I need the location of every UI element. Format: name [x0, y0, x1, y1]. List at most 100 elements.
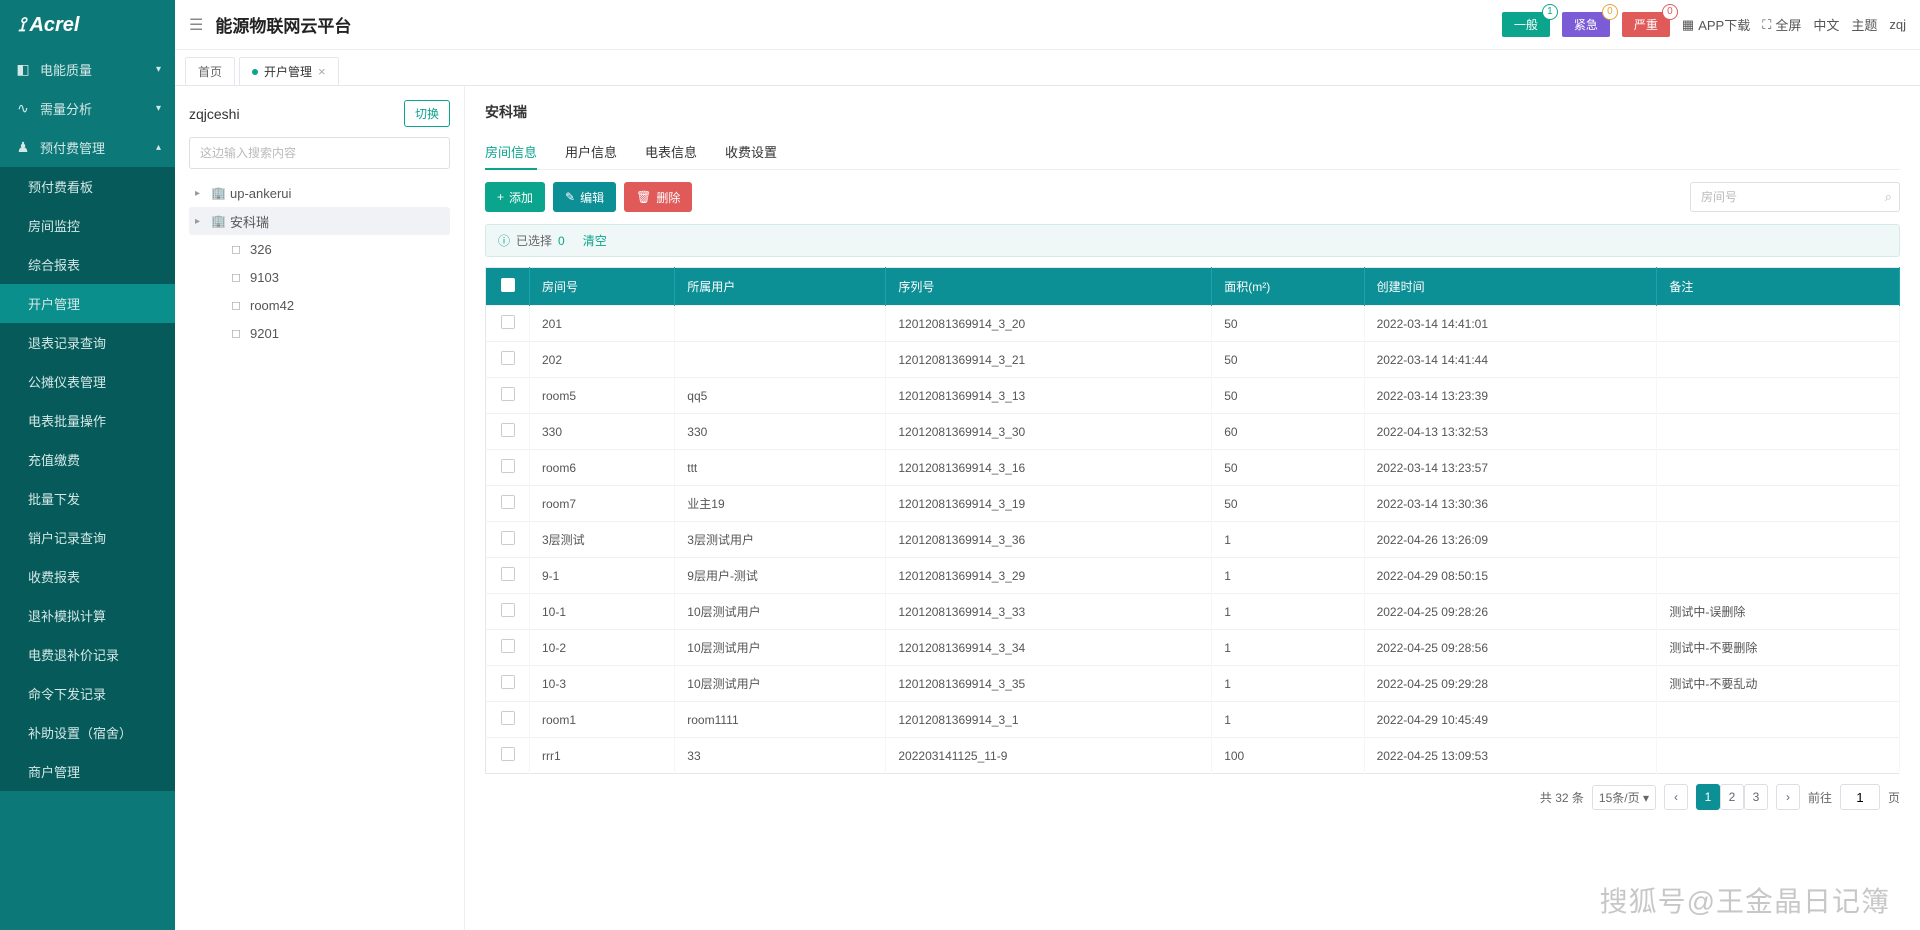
table-row[interactable]: room1room111112012081369914_3_112022-04-…	[486, 702, 1900, 738]
nav-demand[interactable]: ∿ 需量分析 ▾	[0, 89, 175, 128]
user-icon: ♟	[14, 139, 32, 156]
collapse-icon[interactable]: ☰	[189, 15, 203, 35]
chevron-up-icon: ▴	[156, 142, 161, 153]
nav-menu: ◧ 电能质量 ▾ ∿ 需量分析 ▾ ♟ 预付费管理 ▴ 预付费看板房间监控综合报…	[0, 50, 175, 930]
table-row[interactable]: 10-110层测试用户12012081369914_3_3312022-04-2…	[486, 594, 1900, 630]
add-button[interactable]: +添加	[485, 182, 545, 212]
table-row[interactable]: 20212012081369914_3_21502022-03-14 14:41…	[486, 342, 1900, 378]
table-row[interactable]: 33033012012081369914_3_30602022-04-13 13…	[486, 414, 1900, 450]
sidebar-item[interactable]: 商户管理	[0, 752, 175, 791]
search-icon[interactable]: ⌕	[1885, 189, 1892, 205]
sidebar-item[interactable]: 综合报表	[0, 245, 175, 284]
page-number[interactable]: 3	[1744, 784, 1768, 810]
row-checkbox[interactable]	[501, 567, 515, 581]
switch-button[interactable]: 切换	[404, 100, 450, 127]
link-user[interactable]: zqj	[1889, 17, 1906, 32]
app-title: 能源物联网云平台	[215, 12, 351, 37]
sidebar-item[interactable]: 销户记录查询	[0, 518, 175, 557]
sidebar-item[interactable]: 电费退补价记录	[0, 635, 175, 674]
sidebar-item[interactable]: 预付费看板	[0, 167, 175, 206]
alert-severe-label: 严重	[1634, 18, 1658, 32]
sidebar-item[interactable]: 批量下发	[0, 479, 175, 518]
table-header: 备注	[1657, 268, 1900, 306]
page-goto-input[interactable]	[1840, 784, 1880, 810]
clear-selection[interactable]: 清空	[583, 232, 607, 249]
main-panel: 安科瑞 房间信息用户信息电表信息收费设置 +添加 ✎编辑 🗑删除 ⌕ ⓘ 已选择…	[465, 86, 1920, 930]
alert-normal-label: 一般	[1514, 18, 1538, 32]
sidebar-item[interactable]: 房间监控	[0, 206, 175, 245]
row-checkbox[interactable]	[501, 459, 515, 473]
row-checkbox[interactable]	[501, 603, 515, 617]
tree-node[interactable]: ▸🏢up-ankerui	[189, 179, 450, 207]
page-next[interactable]: ›	[1776, 784, 1800, 810]
select-all-checkbox[interactable]	[501, 278, 515, 292]
table-row[interactable]: 10-310层测试用户12012081369914_3_3512022-04-2…	[486, 666, 1900, 702]
row-checkbox[interactable]	[501, 423, 515, 437]
plus-icon: +	[497, 190, 504, 204]
tree-node[interactable]: ◻9103	[189, 263, 450, 291]
tree-node[interactable]: ◻326	[189, 235, 450, 263]
tree-node[interactable]: ▸🏢安科瑞	[189, 207, 450, 235]
edit-button[interactable]: ✎编辑	[553, 182, 616, 212]
row-checkbox[interactable]	[501, 711, 515, 725]
table-row[interactable]: 10-210层测试用户12012081369914_3_3412022-04-2…	[486, 630, 1900, 666]
close-icon[interactable]: ×	[318, 64, 326, 79]
row-checkbox[interactable]	[501, 387, 515, 401]
nav-prepay[interactable]: ♟ 预付费管理 ▴	[0, 128, 175, 167]
table-row[interactable]: room5qq512012081369914_3_13502022-03-14 …	[486, 378, 1900, 414]
table-row[interactable]: room7业主1912012081369914_3_19502022-03-14…	[486, 486, 1900, 522]
nav-quality[interactable]: ◧ 电能质量 ▾	[0, 50, 175, 89]
data-table: 房间号所属用户序列号面积(m²)创建时间备注 20112012081369914…	[485, 267, 1900, 774]
sub-tab[interactable]: 电表信息	[645, 134, 697, 169]
alert-normal[interactable]: 一般 1	[1502, 12, 1550, 37]
tree-list: ▸🏢up-ankerui▸🏢安科瑞◻326◻9103◻room42◻9201	[189, 179, 450, 347]
tree-node[interactable]: ◻room42	[189, 291, 450, 319]
row-checkbox[interactable]	[501, 531, 515, 545]
sidebar-item[interactable]: 公摊仪表管理	[0, 362, 175, 401]
sidebar-item[interactable]: 退补模拟计算	[0, 596, 175, 635]
alert-urgent-label: 紧急	[1574, 18, 1598, 32]
link-download[interactable]: ▦APP下载	[1682, 15, 1750, 34]
sidebar-item[interactable]: 退表记录查询	[0, 323, 175, 362]
row-checkbox[interactable]	[501, 315, 515, 329]
sub-tab[interactable]: 收费设置	[725, 134, 777, 169]
table-header: 序列号	[886, 268, 1212, 306]
tree-node[interactable]: ◻9201	[189, 319, 450, 347]
sidebar-item[interactable]: 开户管理	[0, 284, 175, 323]
table-row[interactable]: 3层测试3层测试用户12012081369914_3_3612022-04-26…	[486, 522, 1900, 558]
sidebar-item[interactable]: 充值缴费	[0, 440, 175, 479]
alert-urgent[interactable]: 紧急 0	[1562, 12, 1610, 37]
sidebar-item[interactable]: 命令下发记录	[0, 674, 175, 713]
row-checkbox[interactable]	[501, 675, 515, 689]
link-lang[interactable]: 中文	[1813, 15, 1839, 34]
tree-search-input[interactable]	[189, 137, 450, 169]
table-row[interactable]: room6ttt12012081369914_3_16502022-03-14 …	[486, 450, 1900, 486]
alert-severe[interactable]: 严重 0	[1622, 12, 1670, 37]
delete-button[interactable]: 🗑删除	[624, 182, 692, 212]
table-row[interactable]: 20112012081369914_3_20502022-03-14 14:41…	[486, 306, 1900, 342]
sidebar-item[interactable]: 收费报表	[0, 557, 175, 596]
room-search-input[interactable]	[1690, 182, 1900, 212]
sidebar-item[interactable]: 补助设置（宿舍）	[0, 713, 175, 752]
table-header: 创建时间	[1364, 268, 1657, 306]
table-row[interactable]: rrr133202203141125_11-91002022-04-25 13:…	[486, 738, 1900, 774]
page-number[interactable]: 2	[1720, 784, 1744, 810]
row-checkbox[interactable]	[501, 747, 515, 761]
link-theme[interactable]: 主题	[1851, 15, 1877, 34]
table-row[interactable]: 9-19层用户-测试12012081369914_3_2912022-04-29…	[486, 558, 1900, 594]
pencil-icon: ✎	[565, 190, 575, 204]
row-checkbox[interactable]	[501, 495, 515, 509]
sidebar-item[interactable]: 电表批量操作	[0, 401, 175, 440]
page-number[interactable]: 1	[1696, 784, 1720, 810]
link-fullscreen[interactable]: ⛶全屏	[1762, 15, 1801, 34]
tabs-bar: 首页 开户管理 ×	[175, 50, 1920, 86]
row-checkbox[interactable]	[501, 639, 515, 653]
tab-active[interactable]: 开户管理 ×	[239, 57, 339, 85]
page-size-select[interactable]: 15条/页 ▾	[1592, 785, 1656, 810]
row-checkbox[interactable]	[501, 351, 515, 365]
tab-home[interactable]: 首页	[185, 57, 235, 85]
sub-tab[interactable]: 房间信息	[485, 134, 537, 169]
page-prev[interactable]: ‹	[1664, 784, 1688, 810]
sub-tab[interactable]: 用户信息	[565, 134, 617, 169]
trash-icon: 🗑	[636, 190, 651, 204]
